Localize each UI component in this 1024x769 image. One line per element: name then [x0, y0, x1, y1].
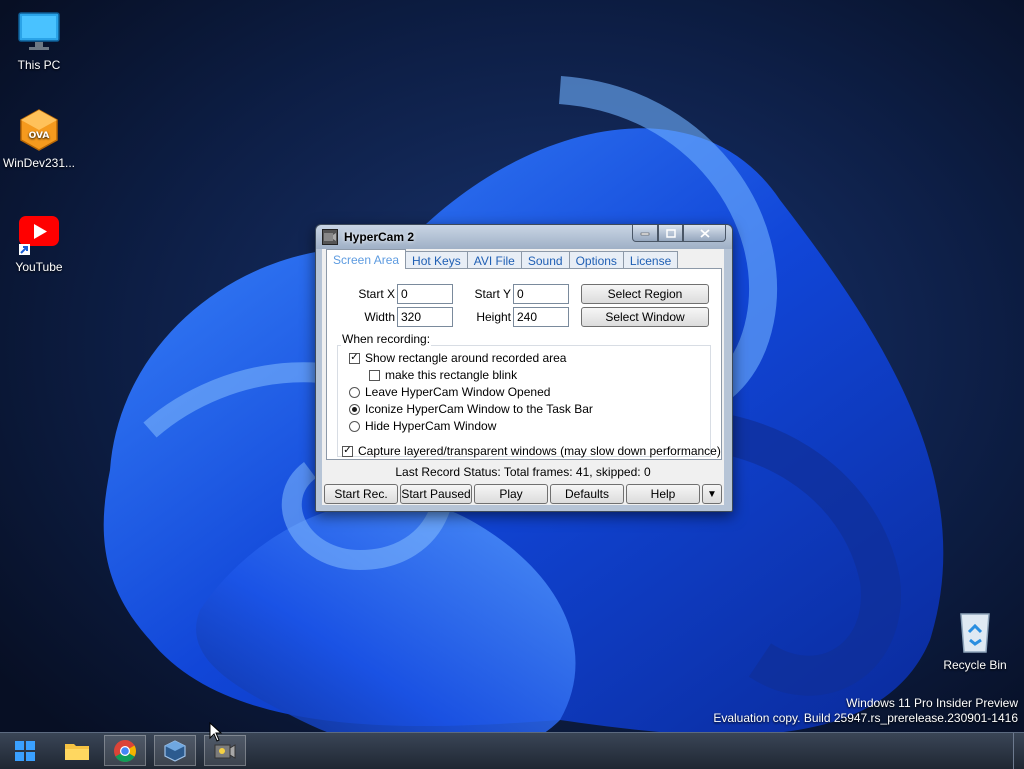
- iconize-window-option[interactable]: Iconize HyperCam Window to the Task Bar: [349, 402, 593, 416]
- play-button[interactable]: Play: [474, 484, 548, 504]
- taskbar-file-explorer[interactable]: [56, 735, 98, 766]
- leave-window-option[interactable]: Leave HyperCam Window Opened: [349, 385, 550, 399]
- window-title: HyperCam 2: [344, 230, 415, 244]
- window-client-area: Screen Area Hot Keys AVI File Sound Opti…: [322, 249, 724, 505]
- start-rec-button[interactable]: Start Rec.: [324, 484, 398, 504]
- tab-screen-area[interactable]: Screen Area: [326, 249, 407, 269]
- tab-sound[interactable]: Sound: [520, 251, 570, 269]
- tab-avi-file[interactable]: AVI File: [466, 251, 522, 269]
- chrome-icon: [114, 739, 136, 762]
- tab-options[interactable]: Options: [568, 251, 624, 269]
- hide-window-radio[interactable]: [349, 420, 360, 432]
- taskbar-chrome[interactable]: [104, 735, 146, 766]
- more-dropdown-button[interactable]: ▼: [702, 484, 722, 504]
- maximize-button[interactable]: [658, 225, 683, 242]
- virtualbox-icon: [164, 739, 186, 762]
- tab-license[interactable]: License: [622, 251, 679, 269]
- rectangle-blink-option[interactable]: make this rectangle blink: [369, 368, 517, 382]
- tab-hot-keys[interactable]: Hot Keys: [405, 251, 468, 269]
- leave-window-radio[interactable]: [349, 386, 360, 398]
- hypercam-window[interactable]: HyperCam 2 Screen Area Hot Keys AVI File…: [315, 224, 733, 512]
- select-region-button[interactable]: Select Region: [581, 284, 709, 304]
- rectangle-blink-checkbox[interactable]: [369, 369, 380, 381]
- capture-layered-checkbox[interactable]: ✓: [342, 445, 353, 457]
- select-window-button[interactable]: Select Window: [581, 307, 709, 327]
- leave-window-label: Leave HyperCam Window Opened: [365, 385, 551, 399]
- watermark-edition: Windows 11 Pro Insider Preview: [846, 696, 1018, 710]
- desktop-icon-label: Recycle Bin: [943, 658, 1007, 672]
- desktop-icon-this-pc[interactable]: This PC: [0, 10, 79, 72]
- start-x-label: Start X: [358, 287, 395, 301]
- desktop-icon-label: This PC: [17, 58, 61, 72]
- height-input[interactable]: [513, 307, 569, 327]
- width-input[interactable]: [397, 307, 453, 327]
- when-recording-label: When recording:: [341, 332, 432, 346]
- show-desktop-button[interactable]: [1013, 733, 1024, 769]
- monitor-icon: [17, 10, 61, 54]
- desktop-icon-recycle-bin[interactable]: Recycle Bin: [935, 610, 1015, 672]
- iconize-window-radio[interactable]: [349, 403, 360, 415]
- show-rectangle-option[interactable]: ✓ Show rectangle around recorded area: [349, 351, 566, 365]
- tab-strip: Screen Area Hot Keys AVI File Sound Opti…: [326, 249, 679, 269]
- desktop-icon-windev[interactable]: OVA WinDev231...: [0, 108, 79, 170]
- hypercam-icon: [214, 743, 236, 759]
- show-rectangle-checkbox[interactable]: ✓: [349, 352, 360, 364]
- start-x-input[interactable]: [397, 284, 453, 304]
- virtualbox-ova-icon: OVA: [17, 108, 61, 152]
- rectangle-blink-label: make this rectangle blink: [385, 368, 518, 382]
- title-bar[interactable]: HyperCam 2: [316, 225, 732, 249]
- hide-window-option[interactable]: Hide HyperCam Window: [349, 419, 496, 433]
- screen-area-panel: Start X Start Y Width Height Select Regi…: [326, 268, 722, 460]
- width-label: Width: [364, 310, 395, 324]
- minimize-button[interactable]: [632, 225, 658, 242]
- start-button[interactable]: [4, 735, 46, 766]
- defaults-button[interactable]: Defaults: [550, 484, 624, 504]
- taskbar-virtualbox[interactable]: [154, 735, 196, 766]
- capture-layered-option[interactable]: ✓ Capture layered/transparent windows (m…: [342, 444, 721, 458]
- start-paused-button[interactable]: Start Paused: [400, 484, 472, 504]
- height-label: Height: [476, 310, 511, 324]
- help-button[interactable]: Help: [626, 484, 700, 504]
- desktop-icon-label: WinDev231...: [2, 156, 76, 170]
- start-y-label: Start Y: [474, 287, 511, 301]
- capture-layered-label: Capture layered/transparent windows (may…: [358, 444, 721, 458]
- hide-window-label: Hide HyperCam Window: [365, 419, 497, 433]
- minimize-icon: [640, 232, 650, 236]
- hypercam-app-icon[interactable]: [322, 229, 338, 245]
- last-record-status: Last Record Status: Total frames: 41, sk…: [395, 465, 651, 479]
- desktop-icon-youtube[interactable]: YouTube: [0, 212, 79, 274]
- show-rectangle-label: Show rectangle around recorded area: [365, 351, 567, 365]
- svg-text:OVA: OVA: [29, 131, 50, 141]
- maximize-icon: [665, 228, 676, 238]
- file-explorer-icon: [65, 743, 89, 760]
- start-icon: [15, 740, 35, 761]
- youtube-icon: [17, 212, 61, 256]
- close-icon: [699, 228, 710, 238]
- desktop-icon-label: YouTube: [15, 260, 63, 274]
- windows-watermark: Windows 11 Pro Insider Preview Evaluatio…: [713, 696, 1018, 726]
- mouse-cursor-icon: [209, 722, 223, 742]
- recycle-bin-icon: [953, 610, 997, 654]
- taskbar: [0, 732, 1024, 769]
- start-y-input[interactable]: [513, 284, 569, 304]
- iconize-window-label: Iconize HyperCam Window to the Task Bar: [365, 402, 593, 416]
- watermark-build: Evaluation copy. Build 25947.rs_prerelea…: [713, 711, 1018, 725]
- close-button[interactable]: [683, 225, 726, 242]
